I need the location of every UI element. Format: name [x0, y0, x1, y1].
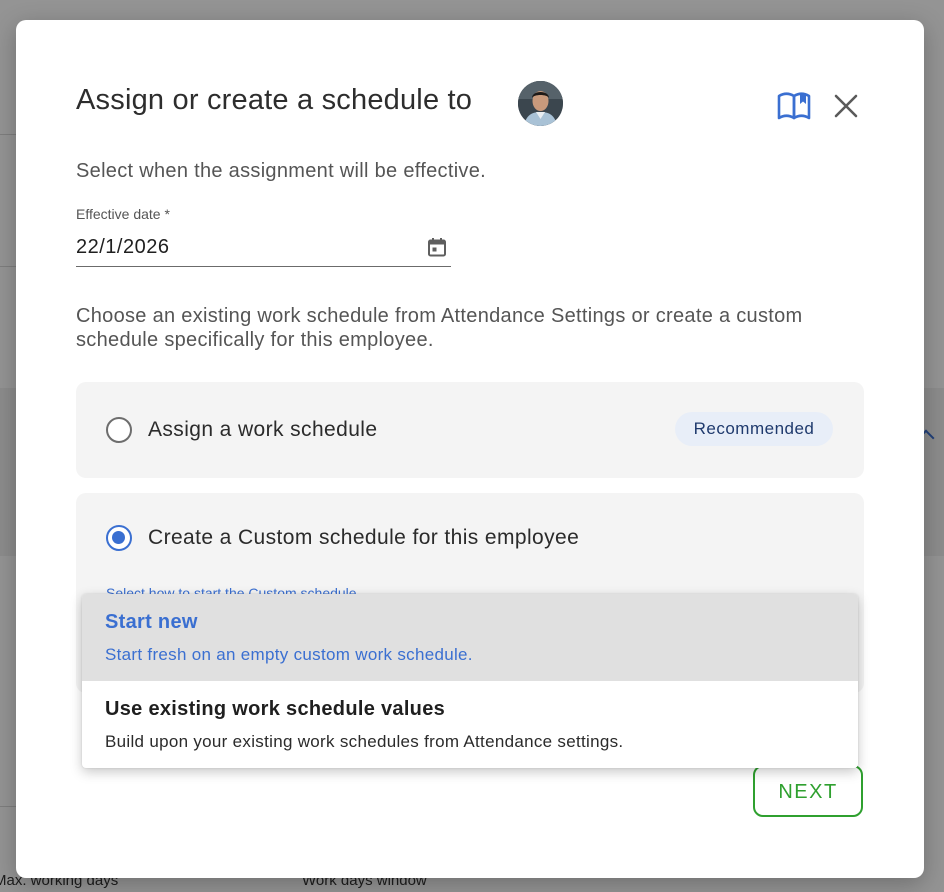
dropdown-item-start-new[interactable]: Start new Start fresh on an empty custom… [82, 594, 858, 681]
option-label: Assign a work schedule [148, 418, 378, 441]
choose-schedule-text: Choose an existing work schedule from At… [76, 305, 803, 351]
effective-intro-text: Select when the assignment will be effec… [76, 160, 487, 182]
dialog-title: Assign or create a schedule to [76, 84, 473, 116]
avatar [518, 81, 563, 126]
dropdown-item-description: Start fresh on an empty custom work sche… [105, 645, 473, 664]
effective-date-field[interactable]: Effective date * 22/1/2026 [76, 206, 451, 268]
input-underline [76, 266, 451, 267]
effective-date-input[interactable]: 22/1/2026 [76, 236, 169, 259]
calendar-icon[interactable] [426, 236, 448, 258]
next-button[interactable]: NEXT [753, 765, 863, 817]
option-label: Create a Custom schedule for this employ… [148, 526, 580, 549]
avatar-image [518, 81, 563, 126]
recommended-badge: Recommended [675, 412, 833, 446]
dropdown-item-description: Build upon your existing work schedules … [105, 732, 624, 751]
radio-assign-work-schedule[interactable] [106, 417, 132, 443]
dropdown-item-use-existing[interactable]: Use existing work schedule values Build … [82, 681, 858, 768]
option-assign-work-schedule[interactable]: Assign a work schedule Recommended [76, 382, 864, 478]
close-icon[interactable] [832, 92, 860, 120]
radio-create-custom-schedule[interactable] [106, 525, 132, 551]
start-option-dropdown: Start new Start fresh on an empty custom… [82, 594, 858, 768]
dropdown-item-title: Use existing work schedule values [105, 698, 446, 720]
effective-date-label: Effective date * [76, 206, 170, 222]
book-open-icon[interactable] [776, 90, 812, 122]
dropdown-item-title: Start new [105, 611, 198, 633]
